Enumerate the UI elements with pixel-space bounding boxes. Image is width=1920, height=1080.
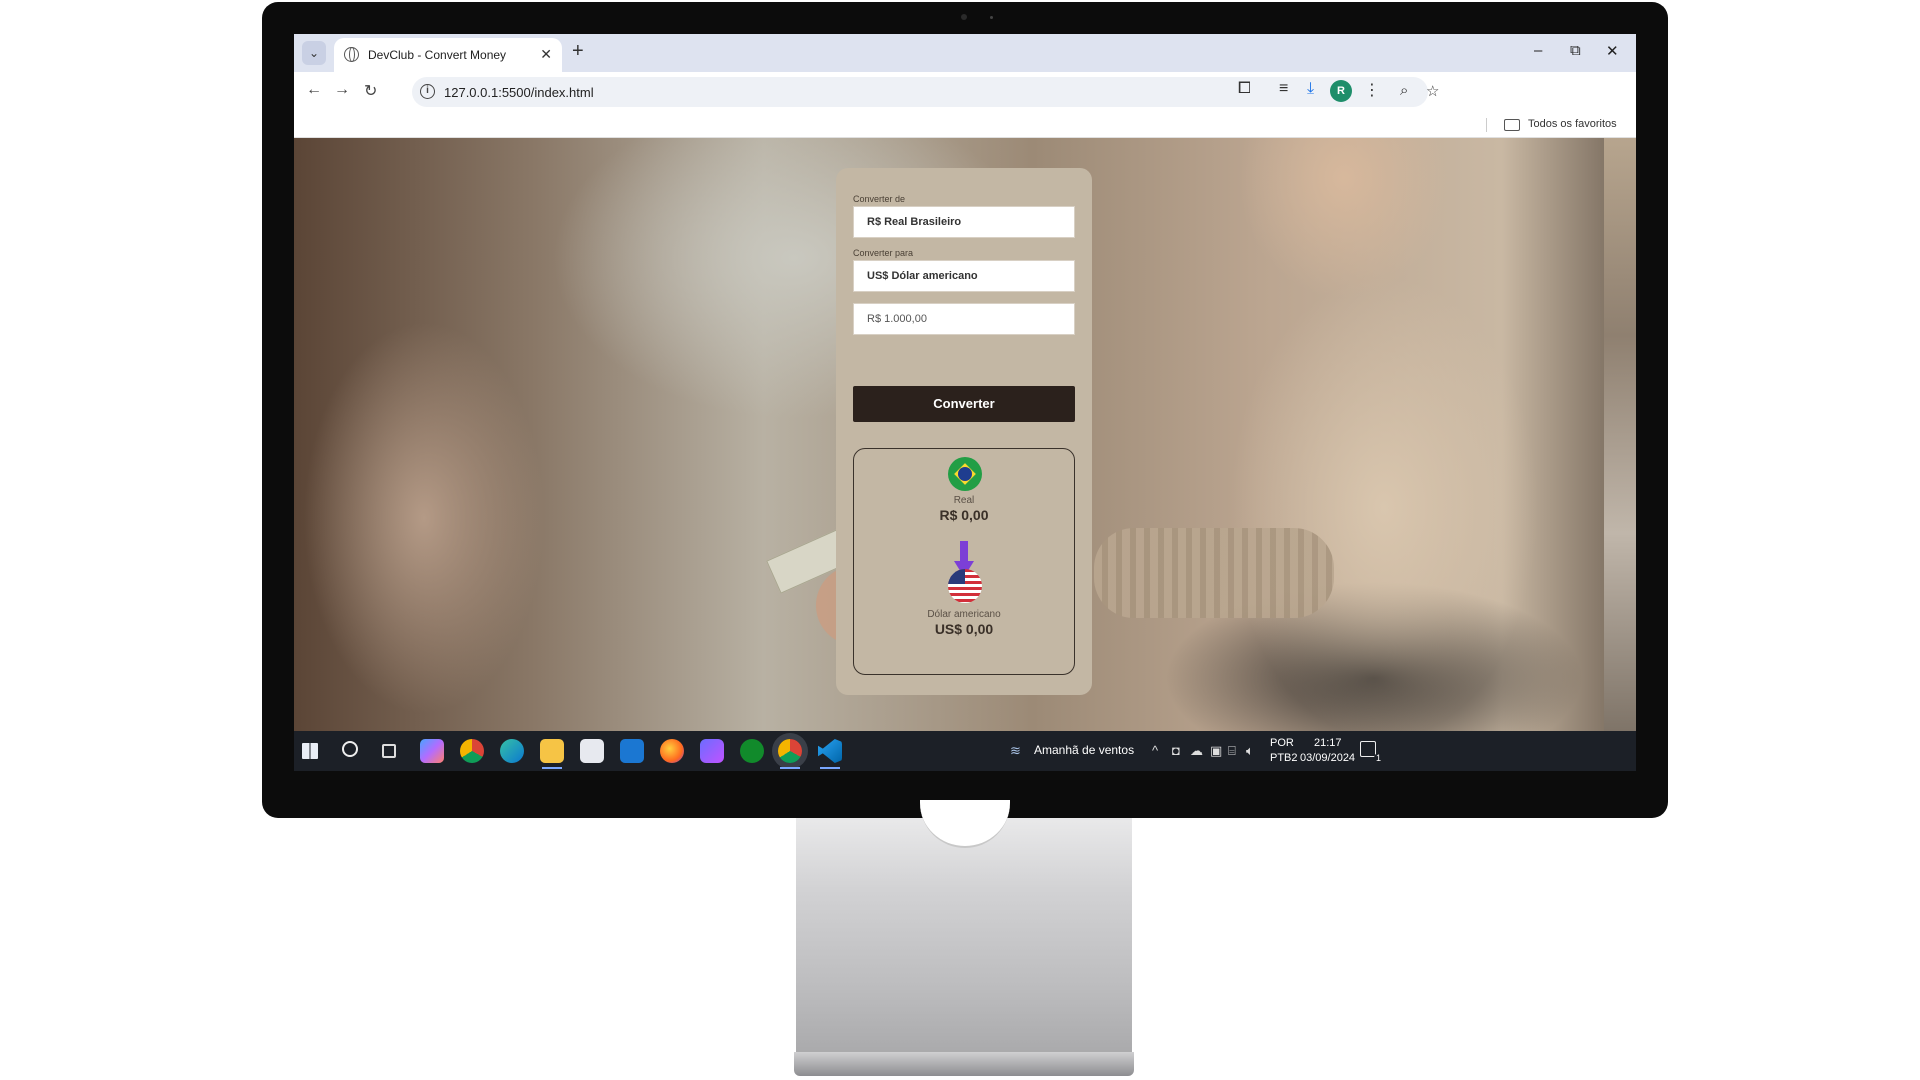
- from-currency-name: Real: [953, 495, 975, 506]
- url-text[interactable]: 127.0.0.1:5500/index.html: [444, 85, 594, 100]
- reload-button[interactable]: ↻: [364, 81, 377, 101]
- task-view-icon[interactable]: [382, 744, 396, 758]
- tab-close-icon[interactable]: ✕: [540, 46, 552, 63]
- from-currency-value: R$ 0,00: [939, 507, 989, 523]
- menu-kebab-icon[interactable]: ⋮: [1364, 80, 1380, 100]
- media-player-icon[interactable]: [700, 739, 724, 763]
- reading-list-icon[interactable]: ≡: [1279, 80, 1288, 98]
- convert-button[interactable]: Converter: [853, 386, 1075, 422]
- chrome-active-icon[interactable]: [778, 739, 802, 763]
- clock-date[interactable]: 03/09/2024: [1300, 752, 1355, 764]
- store-icon[interactable]: [580, 739, 604, 763]
- copilot-icon[interactable]: [420, 739, 444, 763]
- folder-icon: [1504, 119, 1520, 131]
- usa-flag-icon: [948, 569, 982, 603]
- bookmarks-bar: Todos os favoritos: [294, 112, 1636, 138]
- search-icon[interactable]: [342, 741, 358, 757]
- browser-toolbar: ← → ↻ i 127.0.0.1:5500/index.html ⌕ ☆ ⧠ …: [294, 72, 1636, 112]
- monitor-stand: [796, 818, 1132, 1056]
- browser-tab-bar: ⌄ DevClub - Convert Money ✕ + – ⧉ ✕: [294, 34, 1636, 72]
- tab-title: DevClub - Convert Money: [368, 48, 507, 62]
- monitor-stand-base: [794, 1052, 1134, 1076]
- converter-card: Converter de R$ Real Brasileiro Converte…: [836, 168, 1092, 695]
- globe-icon: [344, 47, 359, 62]
- bookmarks-divider: [1486, 118, 1487, 132]
- weather-wind-icon[interactable]: ≋: [1010, 743, 1021, 759]
- tab-search-chevron-icon[interactable]: ⌄: [302, 41, 326, 65]
- windows-start-icon[interactable]: [302, 743, 318, 759]
- minimize-button[interactable]: –: [1534, 42, 1542, 59]
- new-tab-button[interactable]: +: [572, 40, 584, 63]
- xbox-icon[interactable]: [740, 739, 764, 763]
- back-button[interactable]: ←: [306, 81, 322, 99]
- close-window-button[interactable]: ✕: [1606, 42, 1619, 60]
- file-explorer-icon[interactable]: [540, 739, 564, 763]
- display-icon[interactable]: ▣: [1210, 743, 1222, 759]
- background-sweater-arm: [1094, 528, 1334, 618]
- screen-bottom-edge: [294, 771, 1636, 788]
- bookmark-star-icon[interactable]: ☆: [1426, 82, 1439, 100]
- screen: ⌄ DevClub - Convert Money ✕ + – ⧉ ✕ ← → …: [294, 34, 1636, 788]
- amount-input[interactable]: R$ 1.000,00: [853, 303, 1075, 335]
- brazil-flag-icon: [948, 457, 982, 491]
- page-viewport: Converter de R$ Real Brasileiro Converte…: [294, 138, 1636, 731]
- background-edge-strip: [1604, 138, 1636, 731]
- windows-taskbar: ≋ Amanhã de ventos ^ ◘ ☁ ▣ ⌸ 🔈︎ POR PTB2…: [294, 731, 1636, 771]
- to-currency-select[interactable]: US$ Dólar americano: [853, 260, 1075, 292]
- running-indicator: [780, 767, 800, 769]
- volume-icon[interactable]: 🔈︎: [1246, 743, 1254, 759]
- result-box: Real R$ 0,00 Dólar americano US$ 0,00: [853, 448, 1075, 675]
- address-bar[interactable]: i 127.0.0.1:5500/index.html ⌕ ☆: [412, 77, 1439, 107]
- onedrive-icon[interactable]: ☁: [1190, 743, 1203, 759]
- from-currency-label: Converter de: [853, 194, 906, 204]
- weather-text[interactable]: Amanhã de ventos: [1034, 743, 1134, 757]
- running-indicator: [820, 767, 840, 769]
- profile-avatar[interactable]: R: [1330, 80, 1352, 102]
- zoom-icon[interactable]: ⌕: [1400, 82, 1408, 99]
- language-code[interactable]: POR: [1270, 737, 1294, 749]
- extensions-icon[interactable]: ⧠: [1238, 80, 1251, 98]
- forward-button[interactable]: →: [334, 81, 350, 99]
- mail-icon[interactable]: [620, 739, 644, 763]
- camera-icon: [961, 14, 967, 20]
- download-icon[interactable]: ⤓: [1307, 80, 1314, 98]
- clock-time[interactable]: 21:17: [1314, 737, 1342, 749]
- all-bookmarks-link[interactable]: Todos os favoritos: [1528, 118, 1617, 130]
- from-currency-select[interactable]: R$ Real Brasileiro: [853, 206, 1075, 238]
- meet-now-icon[interactable]: ◘: [1172, 743, 1180, 758]
- running-indicator: [542, 767, 562, 769]
- notification-count: 1: [1374, 753, 1384, 763]
- monitor-bezel: ⌄ DevClub - Convert Money ✕ + – ⧉ ✕ ← → …: [262, 2, 1668, 818]
- to-currency-label: Converter para: [853, 248, 914, 258]
- site-info-icon[interactable]: i: [420, 84, 435, 99]
- chrome-icon[interactable]: [460, 739, 484, 763]
- tray-overflow-chevron-icon[interactable]: ^: [1152, 743, 1158, 758]
- camera-sensor: [990, 16, 993, 19]
- restore-button[interactable]: ⧉: [1570, 42, 1581, 59]
- browser-tab-active[interactable]: DevClub - Convert Money ✕: [334, 38, 562, 72]
- to-currency-name: Dólar americano: [927, 609, 1001, 620]
- to-currency-value: US$ 0,00: [934, 621, 994, 637]
- vscode-icon[interactable]: [818, 739, 842, 763]
- keyboard-layout[interactable]: PTB2: [1270, 752, 1298, 764]
- firefox-icon[interactable]: [660, 739, 684, 763]
- network-icon[interactable]: ⌸: [1228, 743, 1236, 759]
- edge-icon[interactable]: [500, 739, 524, 763]
